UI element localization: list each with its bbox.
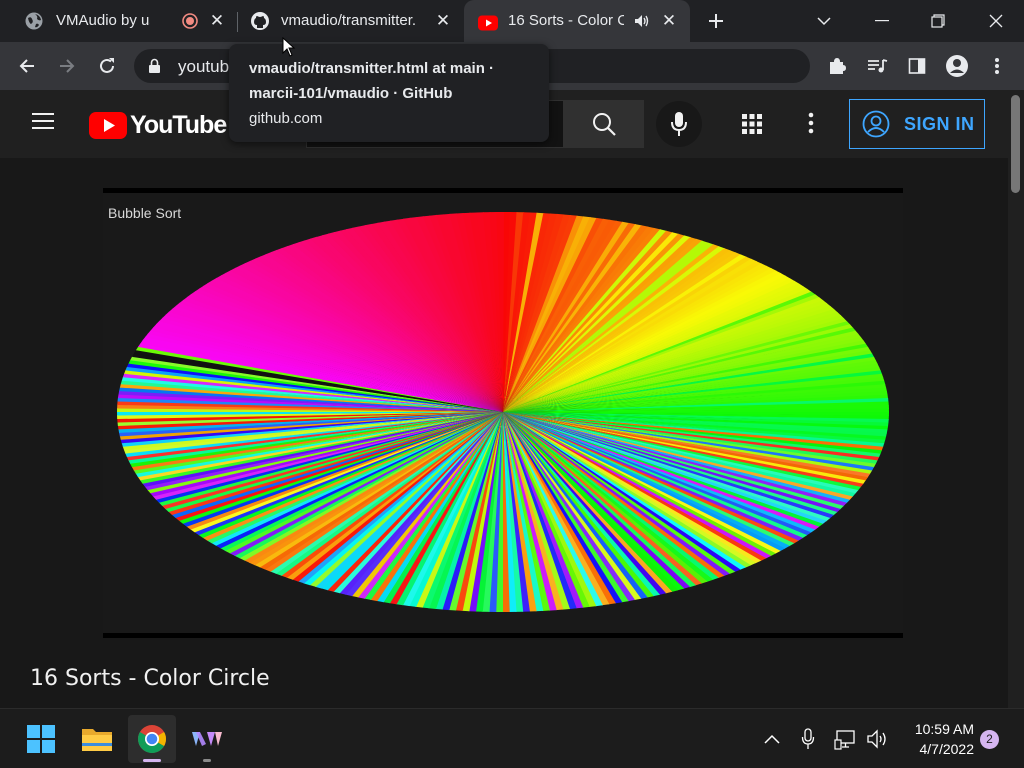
tooltip-title-line1: vmaudio/transmitter.html at main · xyxy=(249,60,495,77)
color-wedges xyxy=(117,212,889,612)
start-button[interactable] xyxy=(17,715,65,763)
extensions-button[interactable] xyxy=(823,52,851,80)
chevron-up-icon xyxy=(764,734,780,744)
url-text: youtub xyxy=(178,57,230,76)
search-icon xyxy=(593,113,616,136)
recording-icon xyxy=(182,13,198,29)
apps-button[interactable] xyxy=(740,112,766,138)
menu-button[interactable] xyxy=(983,52,1011,80)
guide-menu-button[interactable] xyxy=(30,111,60,137)
network-button[interactable] xyxy=(834,727,858,751)
tab-vmaudio[interactable]: VMAudio by user ✕ xyxy=(0,0,236,42)
tooltip-domain: github.com xyxy=(249,110,323,127)
mouse-cursor-icon xyxy=(282,37,296,57)
account-icon xyxy=(862,110,890,138)
more-vertical-icon xyxy=(808,112,814,134)
media-queue-icon xyxy=(868,59,888,73)
chevron-down-icon xyxy=(817,17,831,26)
forward-button[interactable] xyxy=(53,52,81,80)
color-circle-visualization xyxy=(117,212,889,612)
lock-icon[interactable] xyxy=(148,58,161,74)
speaker-icon xyxy=(867,729,886,749)
clock-date: 4/7/2022 xyxy=(919,741,975,757)
minimize-icon xyxy=(875,20,889,22)
notification-badge[interactable]: 2 xyxy=(980,730,999,749)
minimize-button[interactable] xyxy=(854,0,910,42)
youtube-logo[interactable]: YouTube xyxy=(89,110,227,139)
profile-button[interactable] xyxy=(943,52,971,80)
tab-close-button[interactable]: ✕ xyxy=(658,10,680,32)
sign-in-button[interactable]: SIGN IN xyxy=(849,99,985,149)
video-overlay-label: Bubble Sort xyxy=(108,205,182,221)
globe-icon xyxy=(25,12,43,30)
windows-taskbar: 10:59 AM 4/7/2022 2 xyxy=(0,708,1024,768)
close-icon xyxy=(989,14,1003,28)
youtube-icon xyxy=(478,15,498,31)
tab-title: vmaudio/transmitter.h xyxy=(281,12,415,29)
show-hidden-icons-button[interactable] xyxy=(760,727,784,751)
hamburger-icon xyxy=(32,113,54,129)
tab-youtube[interactable]: 16 Sorts - Color C ✕ xyxy=(464,0,690,42)
voice-search-button[interactable] xyxy=(656,101,702,147)
arrow-left-icon xyxy=(19,59,34,73)
network-icon xyxy=(834,730,855,750)
media-control-button[interactable] xyxy=(863,52,891,80)
chrome-icon xyxy=(138,725,166,753)
tab-title: 16 Sorts - Color C xyxy=(508,12,624,29)
scrollbar-thumb[interactable] xyxy=(1011,95,1020,193)
vmaudio-logo-icon xyxy=(192,732,222,746)
avatar-icon xyxy=(946,55,968,77)
back-button[interactable] xyxy=(13,52,41,80)
apps-grid-icon xyxy=(742,114,762,134)
file-explorer-button[interactable] xyxy=(73,715,121,763)
active-app-indicator xyxy=(143,759,161,762)
vmaudio-app-button[interactable] xyxy=(183,715,231,763)
tab-github[interactable]: vmaudio/transmitter.h ✕ xyxy=(238,0,464,42)
tab-search-button[interactable] xyxy=(796,0,852,42)
clock-time: 10:59 AM xyxy=(914,721,974,737)
tooltip-title-line2: marcii-101/vmaudio · GitHub xyxy=(249,85,453,102)
search-button[interactable] xyxy=(564,100,644,148)
reload-icon xyxy=(100,58,114,73)
side-panel-icon xyxy=(908,58,926,74)
restore-icon xyxy=(931,14,945,28)
more-vertical-icon xyxy=(995,58,999,74)
youtube-logo-text: YouTube xyxy=(130,110,227,139)
microphone-icon xyxy=(671,112,687,136)
audio-playing-icon xyxy=(635,15,649,27)
windows-logo-icon xyxy=(27,725,55,753)
side-panel-button[interactable] xyxy=(903,52,931,80)
reload-button[interactable] xyxy=(93,52,121,80)
tab-close-button[interactable]: ✕ xyxy=(432,10,454,32)
running-app-indicator xyxy=(203,759,211,762)
video-title: 16 Sorts - Color Circle xyxy=(30,666,270,691)
video-canvas[interactable] xyxy=(103,193,903,633)
microphone-in-use-button[interactable] xyxy=(796,727,820,751)
plus-icon xyxy=(709,14,723,28)
settings-menu-button[interactable] xyxy=(808,112,820,138)
tab-title: VMAudio by user xyxy=(56,12,150,29)
tab-close-button[interactable]: ✕ xyxy=(206,10,228,32)
new-tab-button[interactable] xyxy=(688,0,744,42)
tab-strip: VMAudio by user ✕ vmaudio/transmitter.h … xyxy=(0,0,1024,42)
github-icon xyxy=(251,12,269,30)
restore-button[interactable] xyxy=(910,0,966,42)
folder-icon xyxy=(82,729,112,751)
chrome-button[interactable] xyxy=(128,715,176,763)
close-window-button[interactable] xyxy=(968,0,1024,42)
youtube-logo-icon xyxy=(89,111,127,139)
microphone-icon xyxy=(801,728,815,749)
volume-button[interactable] xyxy=(866,727,890,751)
sign-in-label: SIGN IN xyxy=(904,113,975,134)
tab-hover-tooltip: vmaudio/transmitter.html at main · marci… xyxy=(229,44,549,142)
puzzle-icon xyxy=(830,58,846,74)
arrow-right-icon xyxy=(60,59,75,73)
system-clock[interactable]: 10:59 AM 4/7/2022 xyxy=(904,719,974,759)
